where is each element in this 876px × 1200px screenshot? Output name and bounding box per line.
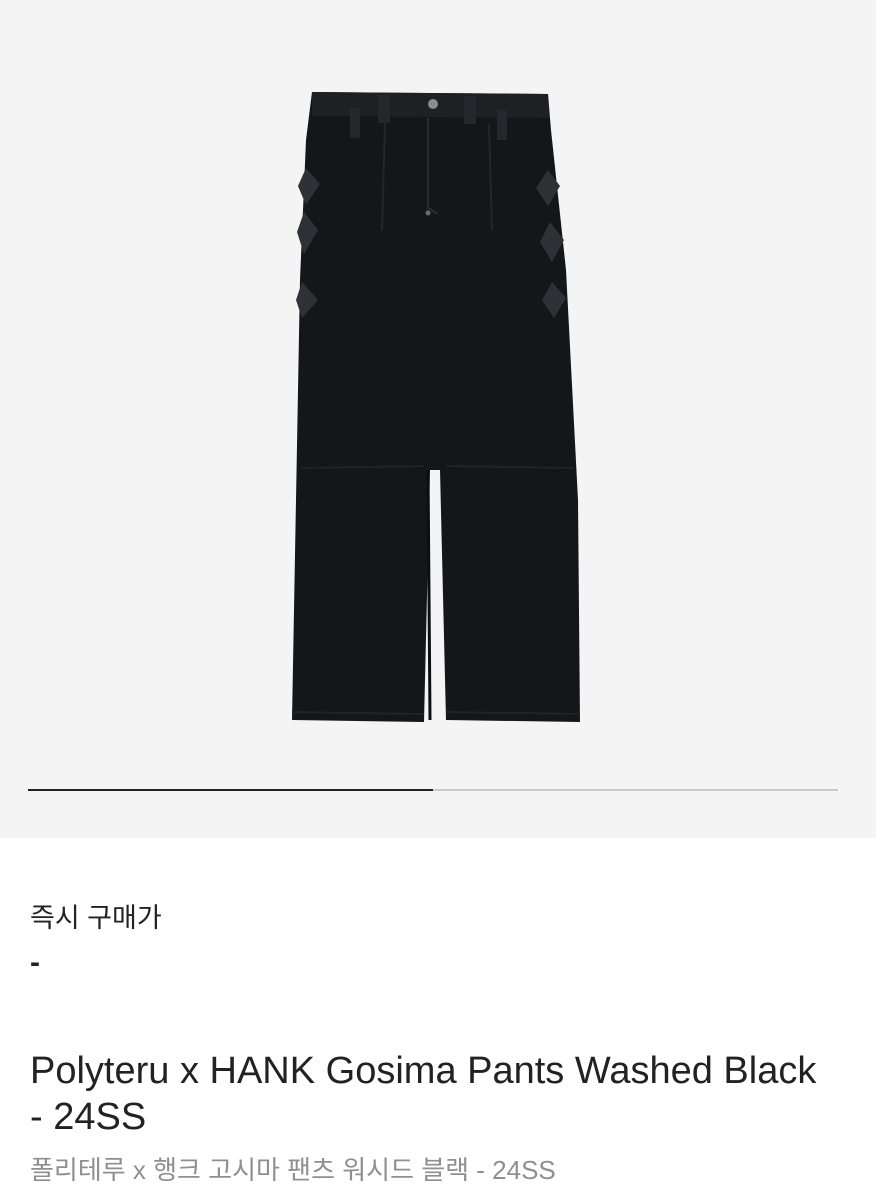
product-image[interactable] (0, 0, 876, 838)
instant-buy-price-value: - (30, 946, 40, 979)
gallery-progress-fill (28, 789, 433, 791)
product-title: Polyteru x HANK Gosima Pants Washed Blac… (30, 1050, 817, 1138)
product-subtitle: 폴리테루 x 행크 고시마 팬츠 워시드 블랙 - 24SS (30, 1155, 556, 1185)
instant-buy-price-label: 즉시 구매가 (30, 903, 162, 933)
product-image-gallery[interactable] (0, 0, 876, 838)
gallery-progress-bar (28, 789, 838, 791)
